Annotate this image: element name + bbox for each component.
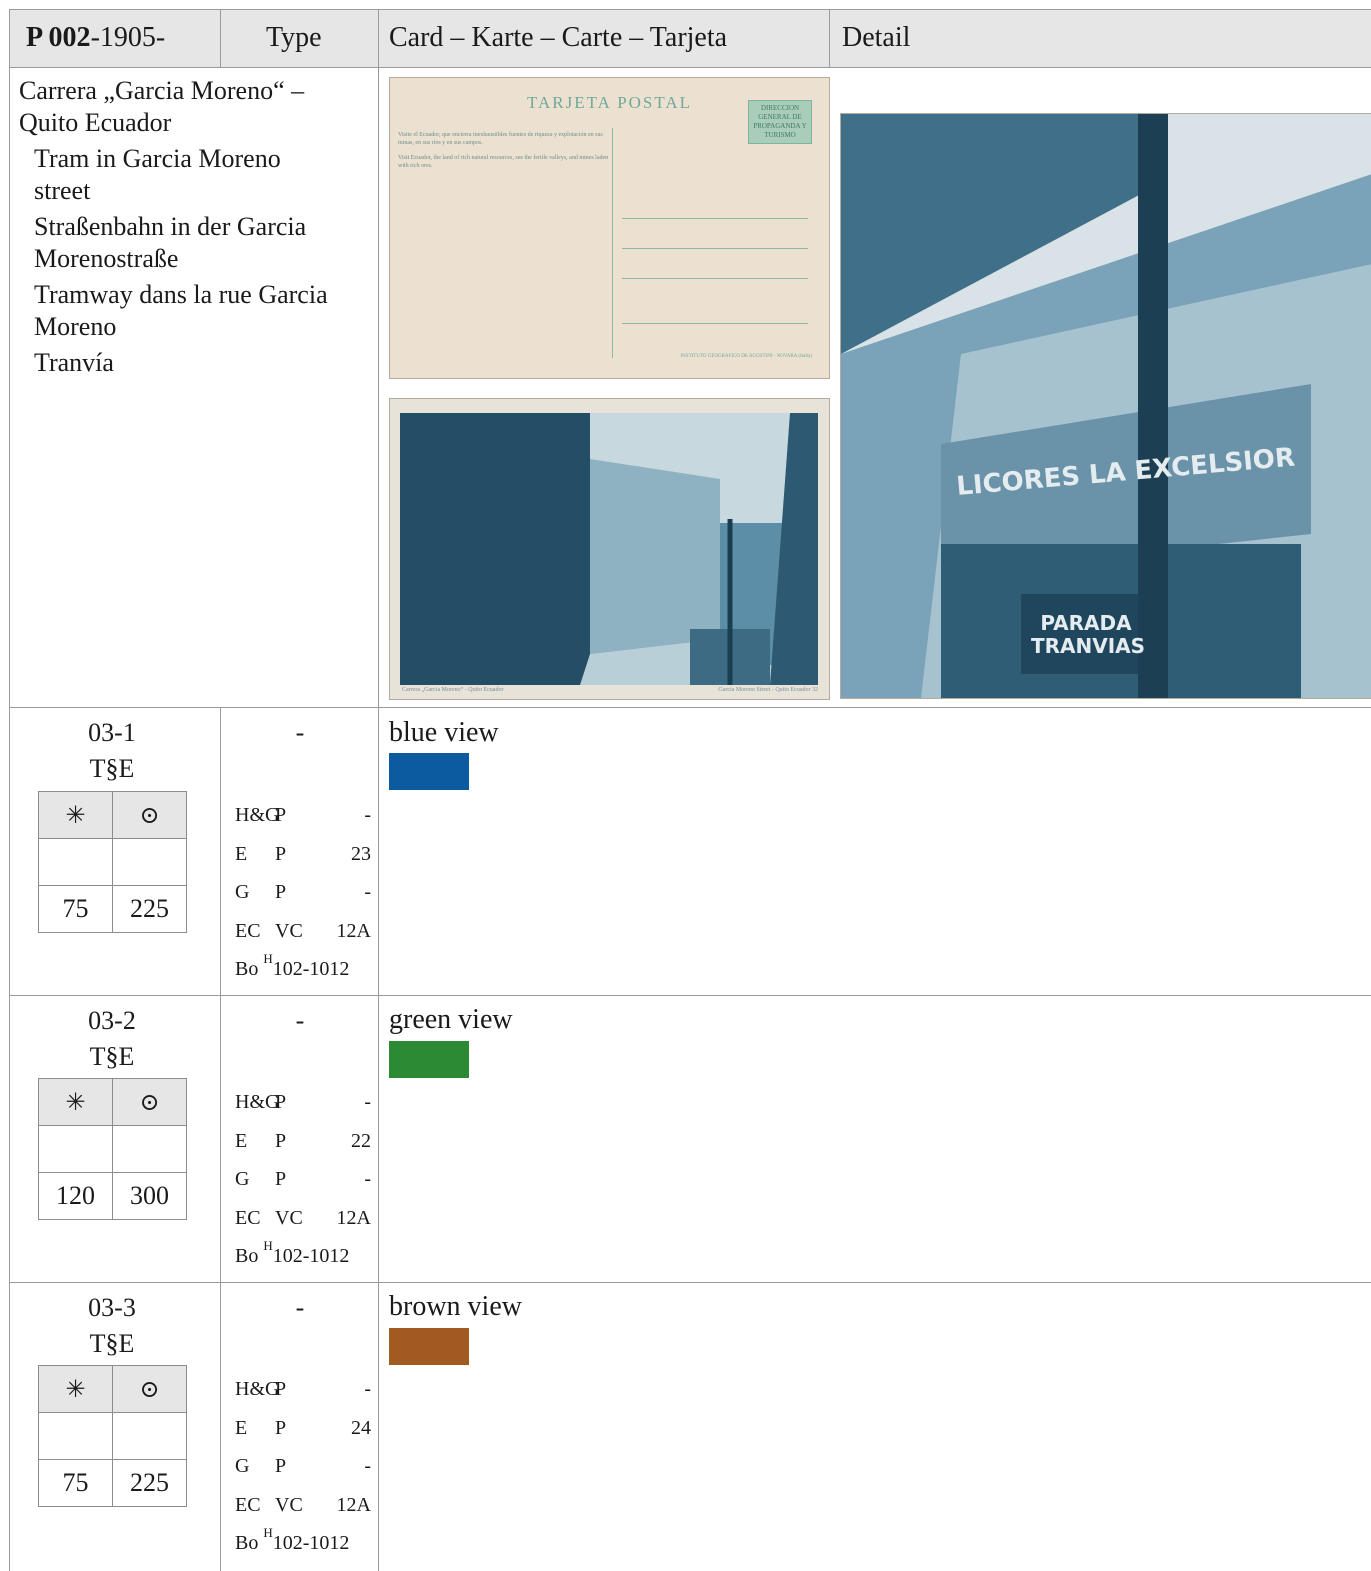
detail-sign-stop-1: PARADA <box>1040 611 1132 635</box>
front-caption-left: Carrera „Garcia Moreno“ - Quito Ecuador <box>402 687 504 693</box>
street-view-picture <box>400 413 818 685</box>
mint-icon: ✳ <box>38 1078 113 1126</box>
catalog-references: H&G P - E P 23 GP- EC VC 12A Bo H102-1012 <box>235 796 371 989</box>
postcard-back-text-en: Visit Ecuador, the land of rich natural … <box>398 155 609 169</box>
reference-row: E P 22 <box>235 1129 371 1152</box>
type-value: - <box>295 1293 305 1322</box>
detail-image: LICORES LA EXCELSIOR PARADA TRANVIAS <box>840 113 1371 699</box>
reference-row: Bo H102-1012 <box>235 1525 350 1554</box>
price-used: 225 <box>112 1459 187 1507</box>
reference-row: GP- <box>235 1168 371 1190</box>
address-line <box>622 278 808 279</box>
address-line <box>622 323 808 324</box>
reference-row: H&G P - <box>235 1091 371 1113</box>
detail-column-header: Detail <box>842 22 911 53</box>
price-used: 300 <box>112 1172 187 1220</box>
postcard-divider <box>612 128 613 358</box>
reference-row: H&G P - <box>235 1378 371 1400</box>
address-line <box>622 218 808 219</box>
used-icon: ⊙ <box>112 1365 187 1413</box>
reference-row: Bo H102-1012 <box>235 1238 350 1267</box>
reference-row: EC VC 12A <box>235 1493 371 1516</box>
used-icon: ⊙ <box>112 1078 187 1126</box>
variant-code: 03-3 T§E <box>88 1293 136 1358</box>
catalog-references: H&G P - E P 24 GP- EC VC 12A Bo H102-1012 <box>235 1370 371 1563</box>
price-mint: 120 <box>38 1172 113 1220</box>
variant-label: brown view <box>389 1291 522 1322</box>
type-value: - <box>295 1006 305 1035</box>
reference-row: Bo H102-1012 <box>235 951 350 980</box>
translation-en: Tram in Garcia Moreno street <box>34 144 281 205</box>
catalog-references: H&G P - E P 22 GP- EC VC 12A Bo H102-1012 <box>235 1083 371 1276</box>
card-description: Carrera „Garcia Moreno“ – Quito Ecuador … <box>19 75 369 379</box>
card-column-header: Card – Karte – Carte – Tarjeta <box>389 22 728 53</box>
variant-code: 03-1 T§E <box>88 718 136 783</box>
price-mint: 75 <box>38 1459 113 1507</box>
detail-sign-stop-2: TRANVIAS <box>1031 634 1146 658</box>
color-swatch <box>389 1041 469 1078</box>
reference-row: GP- <box>235 1455 371 1477</box>
postcard-front-image: Carrera „Garcia Moreno“ - Quito Ecuador … <box>389 398 830 700</box>
postcard-back-image: TARJETA POSTAL DIRECCION GENERAL DE PROP… <box>389 77 830 379</box>
price-used: 225 <box>112 885 187 933</box>
reference-row: H&G P - <box>235 804 371 826</box>
price-table: ✳ ⊙ 120 300 <box>38 1078 187 1220</box>
color-swatch <box>389 1328 469 1365</box>
printed-stamp: DIRECCION GENERAL DE PROPAGANDA Y TURISM… <box>748 100 812 144</box>
type-column-header: Type <box>266 22 322 53</box>
variant-code: 03-2 T§E <box>88 1006 136 1071</box>
reference-row: EC VC 12A <box>235 919 371 942</box>
translation-es: Tranvía <box>34 348 114 377</box>
postcard-back-text-es: Visite el Ecuador, que encierra inexhaus… <box>398 132 603 146</box>
title-line: Carrera „Garcia Moreno“ – <box>19 76 305 105</box>
variant-label: green view <box>389 1004 513 1035</box>
address-line <box>622 248 808 249</box>
front-caption-right: Garcia Moreno Street - Quito Ecuador 32 <box>718 687 818 693</box>
used-icon: ⊙ <box>112 791 187 839</box>
reference-row: GP- <box>235 881 371 903</box>
price-table: ✳ ⊙ 75 225 <box>38 791 187 933</box>
type-value: - <box>295 718 305 747</box>
price-mint: 75 <box>38 885 113 933</box>
reference-row: E P 24 <box>235 1416 371 1439</box>
price-table: ✳ ⊙ 75 225 <box>38 1365 187 1507</box>
translation-de: Straßenbahn in der Garcia Morenostraße <box>34 212 307 273</box>
postcard-back-footer: INSTITUTO GEOGRAFICO DE AGOSTINI - NOVAR… <box>680 354 812 359</box>
title-line: Quito Ecuador <box>19 108 172 137</box>
catalog-number: P 002-1905- <box>26 22 166 53</box>
reference-row: E P 23 <box>235 842 371 865</box>
variant-label: blue view <box>389 717 499 748</box>
translation-fr: Tramway dans la rue Garcia Moreno <box>34 280 328 341</box>
mint-icon: ✳ <box>38 1365 113 1413</box>
reference-row: EC VC 12A <box>235 1206 371 1229</box>
mint-icon: ✳ <box>38 791 113 839</box>
color-swatch <box>389 753 469 790</box>
